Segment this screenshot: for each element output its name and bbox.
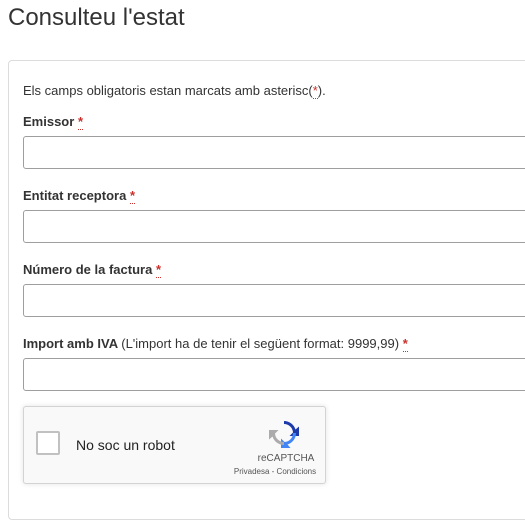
emissor-label: Emissor * (23, 114, 83, 130)
recaptcha-widget: No soc un robot reCAPTCHA Privadesa - Co… (23, 406, 326, 484)
import-format-hint: (L'import ha de tenir el següent format:… (121, 336, 400, 351)
entitat-receptora-label: Entitat receptora * (23, 188, 135, 204)
numero-factura-input[interactable] (23, 284, 525, 317)
emissor-label-text: Emissor (23, 114, 75, 129)
required-asterisk: * (129, 188, 135, 204)
intro-text: Els camps obligatoris estan marcats amb … (23, 83, 313, 98)
terms-link[interactable]: Condicions (277, 467, 317, 476)
recaptcha-icon (268, 417, 300, 449)
required-asterisk: * (402, 336, 408, 352)
recaptcha-checkbox[interactable] (36, 431, 60, 455)
privacy-link[interactable]: Privadesa (234, 467, 270, 476)
intro-end: ). (317, 83, 326, 98)
numero-factura-label: Número de la factura * (23, 262, 162, 278)
entitat-receptora-input[interactable] (23, 210, 525, 243)
required-asterisk: * (155, 262, 162, 278)
import-iva-label: Import amb IVA (L'import ha de tenir el … (23, 336, 408, 352)
page-title: Consulteu l'estat (8, 4, 185, 31)
links-separator: - (269, 467, 277, 476)
recaptcha-brand: reCAPTCHA (257, 453, 315, 464)
import-iva-label-text: Import amb IVA (23, 336, 118, 351)
import-iva-input[interactable] (23, 358, 525, 391)
recaptcha-links: Privadesa - Condicions (230, 467, 320, 477)
required-asterisk: * (77, 114, 83, 130)
entitat-receptora-label-text: Entitat receptora (23, 188, 127, 203)
emissor-input[interactable] (23, 136, 525, 169)
required-fields-note: Els camps obligatoris estan marcats amb … (23, 83, 326, 99)
recaptcha-label: No soc un robot (76, 437, 175, 453)
numero-factura-label-text: Número de la factura (23, 262, 153, 277)
